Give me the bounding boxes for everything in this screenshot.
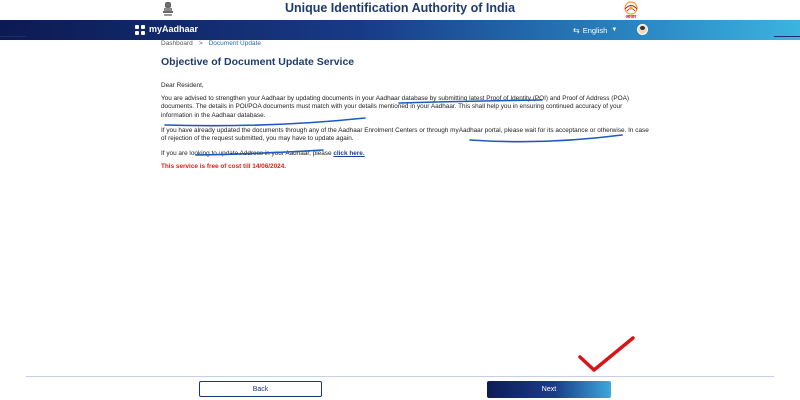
footer-divider [26,376,774,377]
free-service-note: This service is free of cost till 14/06/… [161,163,287,171]
breadcrumb-separator: > [198,40,203,47]
paragraph-already-updated: If you have already updated the document… [161,126,649,143]
next-button[interactable]: Next [487,381,611,398]
grid-menu-icon[interactable] [135,25,145,35]
aadhaar-logo-icon: आधार [612,0,650,20]
checkmark-icon [578,336,635,372]
top-header: Unique Identification Authority of India… [0,0,800,20]
nav-edge-left [0,36,26,37]
content-body: Dear Resident, You are advised to streng… [161,82,649,179]
brand-label[interactable]: myAadhaar [149,24,198,34]
greeting: Dear Resident, [161,82,204,89]
click-here-link[interactable]: click here. [333,150,364,157]
back-button[interactable]: Back [199,381,322,397]
breadcrumb-document-update[interactable]: Document Update [209,40,261,47]
page: Unique Identification Authority of India… [0,0,800,400]
page-title: Objective of Document Update Service [161,56,355,68]
language-label: English [582,25,608,35]
nav-edge-right [774,36,800,37]
handwritten-annotations [164,99,635,372]
breadcrumb: Dashboard > Document Update [161,40,261,47]
language-selector[interactable]: ⇆ English ▼ [573,24,617,36]
address-update-text: If you are looking to update Address in … [161,150,332,158]
paragraph-advice: You are advised to strengthen your Aadha… [161,95,629,119]
translate-icon: ⇆ [573,25,580,35]
navbar: myAadhaar ⇆ English ▼ [0,20,800,40]
chevron-down-icon: ▼ [611,27,618,33]
avatar[interactable] [637,24,648,35]
breadcrumb-dashboard[interactable]: Dashboard [161,40,193,47]
site-title: Unique Identification Authority of India [284,1,516,15]
paragraph-address-update: If you are looking to update Address in … [161,150,649,158]
